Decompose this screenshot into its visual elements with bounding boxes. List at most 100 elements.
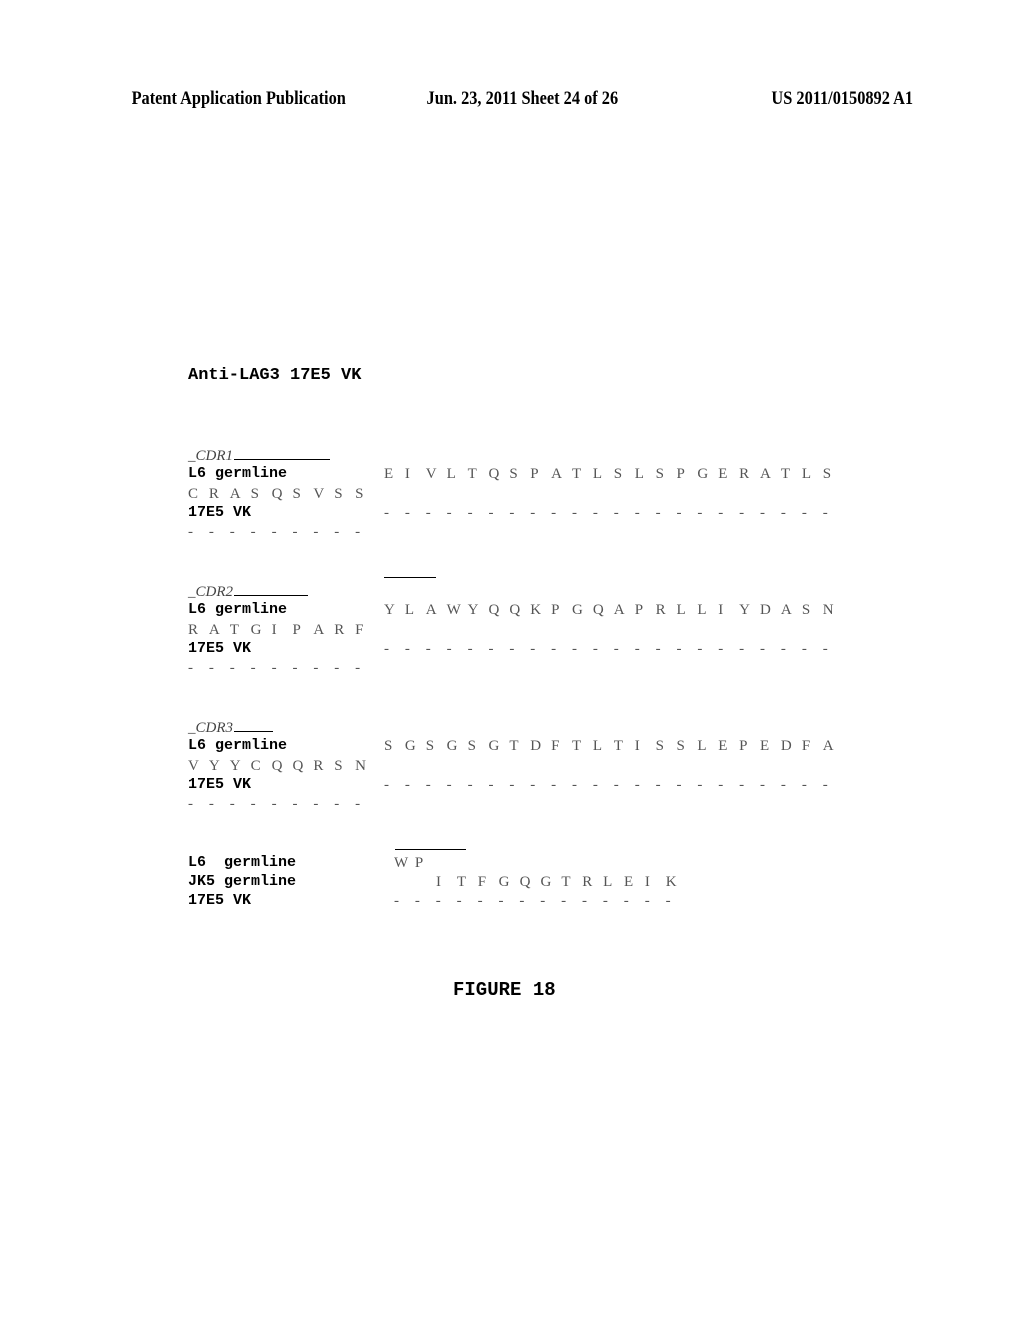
germline-sequence: EIVLTQSPATLSLSPGERATLS: [384, 465, 844, 483]
residue: F: [477, 874, 487, 890]
identity-dash: -: [292, 796, 298, 812]
residue: S: [384, 738, 393, 754]
germline-sequence: YLAWYQQKPGQAPRLLIYDASN: [384, 601, 844, 619]
residue: Y: [384, 602, 395, 618]
vk-sequence: --------------: [394, 892, 686, 910]
identity-dash: -: [697, 777, 703, 793]
identity-dash: -: [229, 524, 235, 540]
cdr-overline: [395, 849, 466, 850]
residue: P: [551, 602, 560, 618]
residue: S: [655, 466, 664, 482]
residue: V: [425, 466, 437, 482]
residue: N: [355, 758, 366, 774]
cdr-underline: [234, 730, 273, 732]
identity-dash: -: [530, 641, 536, 657]
identity-dash: -: [425, 505, 431, 521]
germline-label: L6 germline: [188, 465, 288, 482]
vk-label: 17E5 VK: [188, 776, 252, 793]
identity-dash: -: [718, 641, 724, 657]
identity-dash: -: [334, 796, 340, 812]
identity-dash: -: [250, 796, 256, 812]
identity-dash: -: [572, 777, 578, 793]
identity-dash: -: [404, 777, 410, 793]
residue: I: [271, 622, 277, 638]
residue: L: [697, 602, 707, 618]
identity-dash: -: [355, 796, 361, 812]
identity-dash: -: [572, 641, 578, 657]
identity-dash: -: [780, 505, 786, 521]
residue: S: [250, 486, 260, 502]
residue: Y: [739, 602, 750, 618]
residue: G: [540, 874, 552, 890]
identity-dash: -: [404, 641, 410, 657]
identity-dash: -: [822, 777, 828, 793]
vk-sequence: ----------------------: [384, 640, 844, 658]
identity-dash: -: [801, 777, 807, 793]
residue: L: [592, 738, 603, 754]
residue: Q: [488, 466, 500, 482]
residue: S: [355, 486, 364, 502]
residue: E: [718, 466, 728, 482]
identity-dash: -: [334, 524, 340, 540]
identity-dash: -: [509, 641, 515, 657]
identity-dash: -: [477, 893, 483, 909]
residue: S: [292, 486, 301, 502]
identity-dash: -: [613, 505, 619, 521]
identity-dash: -: [592, 641, 598, 657]
identity-dash: -: [519, 893, 525, 909]
germline-sequence-wrap: RATGIPARF: [188, 621, 376, 639]
residue: Q: [292, 758, 304, 774]
residue: S: [467, 738, 476, 754]
identity-dash: -: [613, 641, 619, 657]
identity-dash: -: [634, 505, 640, 521]
residue: F: [551, 738, 560, 754]
identity-dash: -: [582, 893, 588, 909]
vk-sequence-wrap: ---------: [188, 659, 376, 677]
residue: Q: [488, 602, 500, 618]
identity-dash: -: [760, 641, 766, 657]
residue: E: [384, 466, 394, 482]
identity-dash: -: [292, 660, 298, 676]
residue: T: [572, 466, 582, 482]
residue: S: [801, 602, 811, 618]
l6-germline-sequence: WP: [394, 854, 436, 872]
identity-dash: -: [665, 893, 671, 909]
residue: Y: [467, 602, 479, 618]
residue: Y: [208, 758, 220, 774]
residue: T: [456, 874, 467, 890]
residue: G: [572, 602, 583, 618]
identity-dash: -: [498, 893, 504, 909]
residue: I: [718, 602, 724, 618]
identity-dash: -: [414, 893, 420, 909]
residue: G: [697, 466, 709, 482]
residue: P: [634, 602, 644, 618]
residue: R: [655, 602, 666, 618]
residue: S: [509, 466, 518, 482]
identity-dash: -: [313, 796, 319, 812]
residue: N: [822, 602, 834, 618]
residue: L: [801, 466, 811, 482]
cdr-underline: [234, 594, 308, 596]
identity-dash: -: [822, 505, 828, 521]
identity-dash: -: [271, 660, 277, 676]
residue: K: [530, 602, 542, 618]
identity-dash: -: [602, 893, 608, 909]
identity-dash: -: [467, 505, 473, 521]
residue: P: [414, 855, 424, 871]
residue: I: [404, 466, 410, 482]
identity-dash: -: [561, 893, 567, 909]
identity-dash: -: [644, 893, 650, 909]
identity-dash: -: [739, 777, 745, 793]
residue: D: [760, 602, 771, 618]
residue: A: [613, 602, 625, 618]
identity-dash: -: [530, 777, 536, 793]
identity-dash: -: [623, 893, 629, 909]
residue: G: [404, 738, 416, 754]
identity-dash: -: [530, 505, 536, 521]
identity-dash: -: [551, 641, 557, 657]
identity-dash: -: [250, 524, 256, 540]
identity-dash: -: [760, 505, 766, 521]
germline-label: L6 germline: [188, 601, 288, 618]
residue: L: [634, 466, 644, 482]
identity-dash: -: [760, 777, 766, 793]
